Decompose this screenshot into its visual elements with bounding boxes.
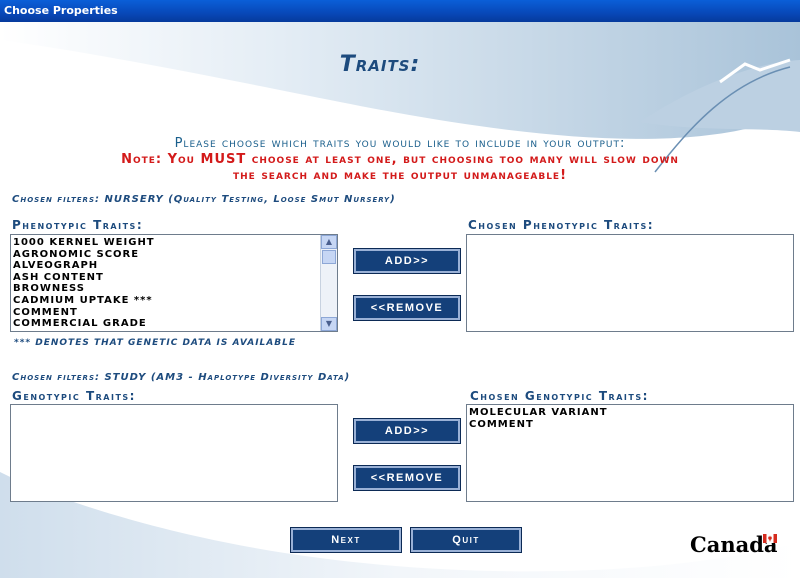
scroll-thumb[interactable] <box>322 250 336 264</box>
add-phenotypic-button[interactable]: ADD>> <box>353 248 461 274</box>
list-item[interactable]: Comment <box>13 307 319 319</box>
phenotypic-traits-list[interactable]: 1000 Kernel Weight Agronomic Score Alveo… <box>10 234 338 332</box>
genotypic-traits-label: Genotypic Traits: <box>12 389 136 403</box>
window-title: Choose Properties <box>4 4 118 17</box>
remove-phenotypic-button[interactable]: <<REMOVE <box>353 295 461 321</box>
scroll-up-icon[interactable]: ▲ <box>321 235 337 249</box>
list-item[interactable]: Molecular Variant <box>469 407 791 419</box>
list-item[interactable]: Agronomic Score <box>13 249 319 261</box>
phenotypic-filters: Chosen filters: NURSERY (Quality Testing… <box>12 194 396 205</box>
genotypic-traits-list[interactable] <box>10 404 338 502</box>
quit-button[interactable]: Quit <box>410 527 522 553</box>
chosen-genotypic-items: Molecular Variant Comment <box>469 407 791 430</box>
canada-flag-icon <box>763 534 777 543</box>
phenotypic-list-items: 1000 Kernel Weight Agronomic Score Alveo… <box>13 237 319 330</box>
chosen-genotypic-label: Chosen Genotypic Traits: <box>470 389 649 403</box>
add-genotypic-button[interactable]: ADD>> <box>353 418 461 444</box>
genetic-data-footnote: *** denotes that genetic data is availab… <box>14 338 296 348</box>
page-heading: Traits: <box>339 52 421 77</box>
list-item[interactable]: Cadmium Uptake *** <box>13 295 319 307</box>
instruction-text: Please choose which traits you would lik… <box>174 136 626 151</box>
list-item[interactable]: Browness <box>13 283 319 295</box>
list-item[interactable]: Comment <box>469 419 791 431</box>
chosen-phenotypic-list[interactable] <box>466 234 794 332</box>
warning-line-2: the search and make the output unmanagea… <box>232 168 568 183</box>
phenotypic-traits-label: Phenotypic Traits: <box>12 218 144 232</box>
genotypic-filters: Chosen filters: STUDY (AM3 - Haplotype D… <box>12 372 351 383</box>
list-item[interactable]: Alveograph <box>13 260 319 272</box>
vertical-scrollbar[interactable]: ▲ ▼ <box>320 235 337 331</box>
chosen-genotypic-list[interactable]: Molecular Variant Comment <box>466 404 794 502</box>
choose-properties-window: Choose Properties Traits: Please choose … <box>0 0 800 578</box>
chosen-phenotypic-label: Chosen Phenotypic Traits: <box>468 218 655 232</box>
remove-genotypic-button[interactable]: <<REMOVE <box>353 465 461 491</box>
list-item[interactable]: Ash Content <box>13 272 319 284</box>
scroll-down-icon[interactable]: ▼ <box>321 317 337 331</box>
list-item[interactable]: Commercial Grade <box>13 318 319 330</box>
list-item[interactable]: 1000 Kernel Weight <box>13 237 319 249</box>
next-button[interactable]: Next <box>290 527 402 553</box>
title-bar[interactable]: Choose Properties <box>0 0 800 22</box>
warning-line-1: Note: You MUST choose at least one, but … <box>121 152 679 167</box>
